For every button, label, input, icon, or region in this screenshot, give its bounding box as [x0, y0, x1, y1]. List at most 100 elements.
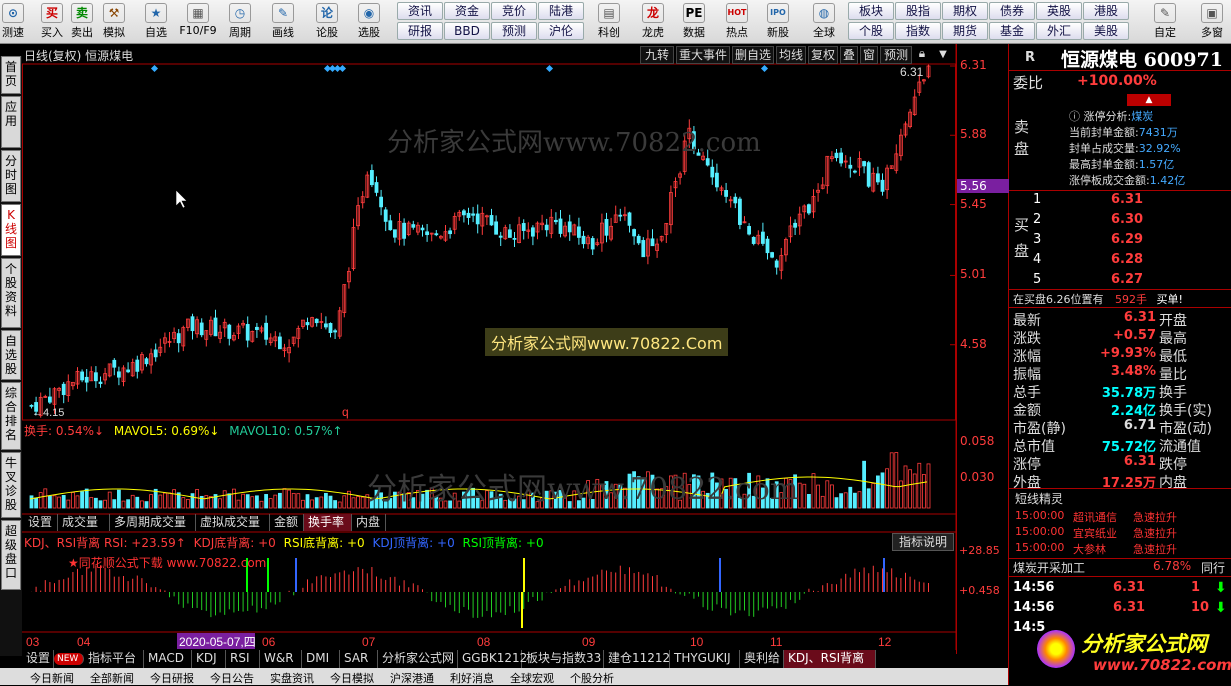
toolbar-hot-button[interactable]: HOT 热点 [721, 1, 753, 43]
toolbar-link-button[interactable]: 板块 [848, 2, 894, 20]
status-link[interactable]: 今日新闻 [30, 670, 74, 686]
toolbar-link-button[interactable]: 期货 [942, 22, 988, 40]
event-marker-icon[interactable] [545, 64, 554, 73]
toolbar-globe-button[interactable]: ◍ 全球 [806, 1, 842, 43]
volume-subtab[interactable]: 设置 [24, 514, 58, 531]
left-tab-6[interactable]: 综合排名 [1, 382, 21, 450]
status-link[interactable]: 个股分析 [570, 670, 614, 686]
toolbar-link-button[interactable]: 期权 [942, 2, 988, 20]
short-elf-title[interactable]: 短线精灵 [1015, 490, 1063, 507]
toolbar-link-button[interactable]: 资金 [444, 2, 490, 20]
buy-order-row[interactable]: 2 6.30 [1009, 212, 1231, 230]
indicator-tab[interactable]: W&R [260, 650, 302, 668]
volume-subtab[interactable]: 金额 [270, 514, 304, 531]
status-link[interactable]: 利好消息 [450, 670, 494, 686]
toolbar-star-button[interactable]: ★ 自选 [138, 1, 174, 43]
toolbar-link-button[interactable]: 竞价 [491, 2, 537, 20]
toolbar-link-button[interactable]: 美股 [1083, 22, 1129, 40]
status-link[interactable]: 全部新闻 [90, 670, 134, 686]
chart-menu-item[interactable]: 均线 [776, 46, 806, 64]
toolbar-dragon-button[interactable]: 龙龙虎 [637, 1, 669, 43]
left-tab-3[interactable]: K线图 [1, 204, 21, 256]
indicator-tab[interactable]: 奥利给 [740, 650, 784, 668]
expand-arrow-icon[interactable]: ▼ [936, 46, 950, 64]
status-link[interactable]: 今日模拟 [330, 670, 374, 686]
toolbar-window-button[interactable]: ▣ 多窗 [1195, 1, 1229, 43]
toolbar-link-button[interactable]: BBD [444, 22, 490, 40]
toolbar-f10-button[interactable]: ▦ F10/F9 [177, 1, 219, 43]
volume-subtab[interactable]: 换手率 [304, 514, 352, 531]
volume-subtab[interactable]: 内盘 [352, 514, 386, 531]
volume-subtab[interactable]: 虚拟成交量 [196, 514, 270, 531]
indicator-tab[interactable]: THYGUKIJ [670, 650, 740, 668]
chart-menu-item[interactable]: 复权 [808, 46, 838, 64]
toolbar-pen-button[interactable]: ✎ 画线 [266, 1, 300, 43]
left-tab-4[interactable]: 个股资料 [1, 258, 21, 328]
left-tab-5[interactable]: 自选股 [1, 330, 21, 380]
collapse-arrow-icon[interactable]: ▲ [1127, 94, 1171, 106]
left-tab-2[interactable]: 分时图 [1, 150, 21, 202]
buy-order-row[interactable]: 5 6.27 [1009, 272, 1231, 290]
sector-row[interactable]: 煤炭开采加工 6.78% 同行 [1013, 559, 1229, 576]
toolbar-link-button[interactable]: 资讯 [397, 2, 443, 20]
indicator-tab[interactable]: RSI [226, 650, 260, 668]
toolbar-link-button[interactable]: 陆港 [538, 2, 584, 20]
left-tab-1[interactable]: 应用 [1, 96, 21, 148]
toolbar-ipo-button[interactable]: IPO 新股 [762, 1, 794, 43]
indicator-tab[interactable]: GGBK1212 [458, 650, 527, 668]
status-link[interactable]: 今日公告 [210, 670, 254, 686]
toolbar-clock-button[interactable]: ◷ 周期 [222, 1, 258, 43]
event-marker-icon[interactable] [338, 64, 347, 73]
event-marker-icon[interactable] [760, 64, 769, 73]
buy-order-row[interactable]: 1 6.31 [1009, 192, 1231, 210]
status-link[interactable]: 全球宏观 [510, 670, 554, 686]
toolbar-link-button[interactable]: 外汇 [1036, 22, 1082, 40]
status-link[interactable]: 今日研报 [150, 670, 194, 686]
indicator-tab[interactable]: MACD [144, 650, 192, 668]
indicator-tab[interactable]: DMI [302, 650, 340, 668]
short-elf-row[interactable]: 15:00:00 大参林 急速拉升 [1009, 541, 1231, 559]
indicator-tab[interactable]: 建仓11212 [604, 650, 670, 668]
indicator-help-button[interactable]: 指标说明 [892, 533, 955, 551]
chart-menu-item[interactable]: 窗 [860, 46, 878, 64]
toolbar-buy-button[interactable]: 买买入 [38, 1, 66, 43]
indicator-tab[interactable]: 指标平台 [84, 650, 144, 668]
indicator-tab[interactable]: 设置 [22, 650, 54, 668]
toolbar-speed-button[interactable]: ⊙ 测速 [0, 1, 26, 43]
indicator-tab[interactable]: SAR [340, 650, 378, 668]
toolbar-link-button[interactable]: 研报 [397, 22, 443, 40]
toolbar-link-button[interactable]: 债券 [989, 2, 1035, 20]
chart-menu-item[interactable]: 预测 [880, 46, 912, 64]
chart-menu-item[interactable]: 重大事件 [676, 46, 730, 64]
sector-tag[interactable]: 同行 [1201, 559, 1225, 576]
toolbar-link-button[interactable]: 沪伦 [538, 22, 584, 40]
left-tab-0[interactable]: 首页 [1, 56, 21, 94]
toolbar-link-button[interactable]: 指数 [895, 22, 941, 40]
toolbar-custom-button[interactable]: ✎ 自定 [1147, 1, 1183, 43]
toolbar-hammer-button[interactable]: ⚒ 模拟 [99, 1, 129, 43]
toolbar-forum-button[interactable]: 论论股 [313, 1, 341, 43]
toolbar-link-button[interactable]: 预测 [491, 22, 537, 40]
volume-subtab[interactable]: 成交量 [58, 514, 110, 531]
status-link[interactable]: 沪深港通 [390, 670, 434, 686]
toolbar-link-button[interactable]: 个股 [848, 22, 894, 40]
chart-menu-item[interactable]: 叠 [840, 46, 858, 64]
chart-menu-item[interactable]: 删自选 [732, 46, 774, 64]
left-tab-8[interactable]: 超级盘口 [1, 520, 21, 590]
toolbar-sell-button[interactable]: 卖卖出 [68, 1, 96, 43]
toolbar-link-button[interactable]: 股指 [895, 2, 941, 20]
buy-order-row[interactable]: 3 6.29 [1009, 232, 1231, 250]
limit-sector[interactable]: 煤炭 [1131, 110, 1153, 123]
lock-icon[interactable]: 🔒︎ [914, 46, 930, 64]
event-marker-icon[interactable] [150, 64, 159, 73]
indicator-tab[interactable]: 板块与指数33 [522, 650, 604, 668]
kline-chart-area[interactable]: 6.31 ←4.15 q 03 04 2020-05-07,四 06 07 08 09 10 11 12… [22, 44, 957, 654]
chart-menu-item[interactable]: 九转 [640, 46, 674, 64]
indicator-tab[interactable]: KDJ [192, 650, 226, 668]
toolbar-select-button[interactable]: ◉ 选股 [352, 1, 386, 43]
indicator-tab[interactable]: 分析家公式网 [378, 650, 458, 668]
toolbar-kechuang-button[interactable]: ▤ 科创 [592, 1, 626, 43]
toolbar-link-button[interactable]: 英股 [1036, 2, 1082, 20]
indicator-tab[interactable]: KDJ、RSI背离 [784, 650, 876, 668]
toolbar-link-button[interactable]: 港股 [1083, 2, 1129, 20]
